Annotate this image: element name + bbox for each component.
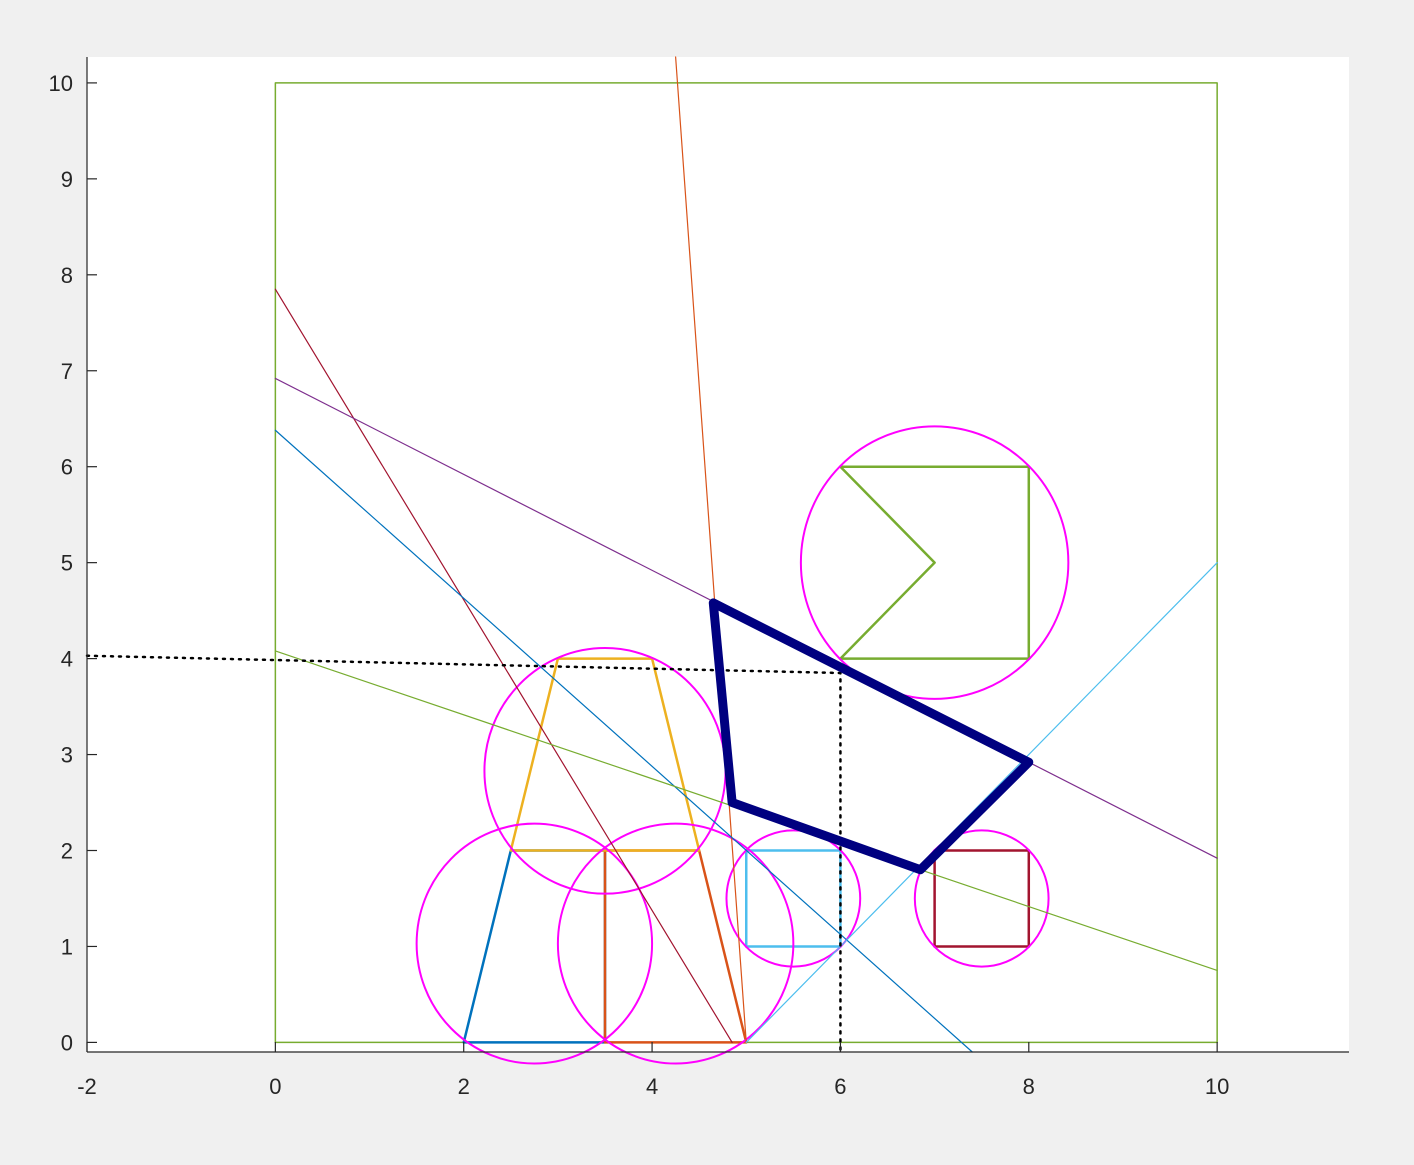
y-tick-label: 1 xyxy=(61,934,73,959)
x-tick-label: 2 xyxy=(458,1074,470,1099)
y-tick-label: 10 xyxy=(49,71,73,96)
chart: -2 0 2 4 6 8 10012345678910 xyxy=(49,56,1349,1099)
figure: -2 0 2 4 6 8 10 0 1 2 3 4 5 6 7 8 9 10 xyxy=(0,0,1414,1165)
x-tick-label: 0 xyxy=(269,1074,281,1099)
x-tick-label: 8 xyxy=(1023,1074,1035,1099)
y-tick-label: 7 xyxy=(61,359,73,384)
plot-area xyxy=(87,57,1349,1052)
y-tick-label: 3 xyxy=(61,743,73,768)
y-tick-label: 2 xyxy=(61,839,73,864)
y-tick-label: 6 xyxy=(61,455,73,480)
x-tick-label: 4 xyxy=(646,1074,658,1099)
x-tick-label: 6 xyxy=(834,1074,846,1099)
y-tick-label: 5 xyxy=(61,551,73,576)
y-tick-label: 8 xyxy=(61,263,73,288)
x-tick-label: 10 xyxy=(1205,1074,1229,1099)
x-tick-label: -2 xyxy=(77,1074,97,1099)
y-tick-label: 4 xyxy=(61,647,73,672)
y-tick-label: 9 xyxy=(61,167,73,192)
y-tick-label: 0 xyxy=(61,1030,73,1055)
